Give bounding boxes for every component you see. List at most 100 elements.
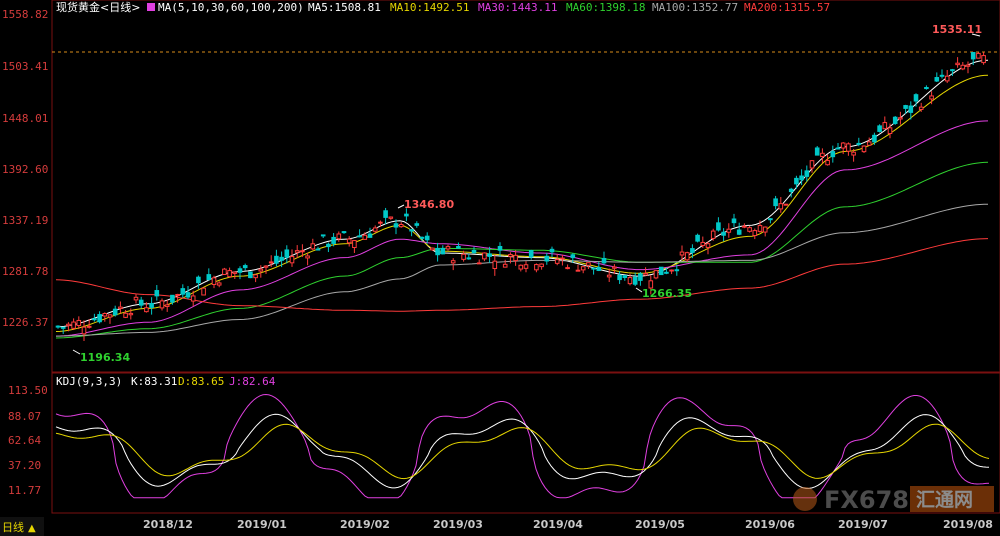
candle-body [695, 234, 700, 242]
date-tick-8: 2019/08 [943, 518, 993, 531]
candle-body [388, 216, 394, 219]
candle-body [71, 321, 76, 329]
candle-body [55, 325, 61, 328]
price-axis: 1558.82 1503.41 1448.01 1392.60 1337.19 … [2, 8, 48, 329]
candle-body [575, 269, 581, 272]
candle-body [112, 308, 118, 316]
candle-body [336, 233, 342, 240]
candle-body [294, 250, 300, 253]
kdj-line-k [55, 413, 990, 489]
candle-body [710, 230, 716, 239]
candle-body [731, 218, 737, 224]
candle-body [726, 228, 732, 233]
candlesticks [55, 52, 986, 341]
start-low-annotation: 1196.34 [80, 351, 130, 364]
candle-body [747, 227, 752, 232]
kdj-header: KDJ(9,3,3) K:83.31 D:83.65 J:82.64 [56, 375, 276, 388]
kdj-line-j [55, 393, 990, 499]
candle-body [835, 147, 841, 150]
candle-body [92, 318, 97, 321]
candle-body [492, 260, 498, 270]
candle-body [840, 142, 846, 149]
candle-body [939, 74, 945, 77]
candle-body [528, 250, 534, 258]
candle-body [211, 277, 217, 285]
candle-body [450, 260, 456, 264]
price-tick-3: 1392.60 [2, 163, 48, 176]
candle-body [435, 247, 440, 256]
ma-params-label: MA(5,10,30,60,100,200) [158, 1, 304, 14]
candle-body [378, 221, 383, 224]
candle-body [310, 243, 316, 250]
candle-body [534, 264, 539, 271]
period-arrow-icon[interactable]: ▲ [28, 523, 36, 534]
price-tick-4: 1337.19 [2, 214, 48, 227]
candle-body [502, 263, 508, 268]
date-tick-7: 2019/07 [838, 518, 888, 531]
candle-body [383, 210, 388, 218]
candle-body [476, 262, 482, 265]
price-tick-0: 1558.82 [2, 8, 48, 21]
candle-body [679, 251, 685, 256]
candle-body [487, 253, 492, 257]
candle-body [76, 319, 82, 327]
candle-body [716, 222, 721, 231]
candle-body [913, 94, 919, 102]
watermark-cn: 汇通网 [916, 489, 973, 511]
candle-body [684, 252, 690, 261]
candle-body [419, 236, 425, 239]
kdj-tick-2: 62.64 [8, 434, 41, 447]
candle-body [638, 273, 643, 281]
date-tick-0: 2018/12 [143, 518, 193, 531]
candle-body [960, 64, 966, 70]
kdj-d-value: D:83.65 [178, 375, 224, 388]
price-tick-6: 1226.37 [2, 316, 48, 329]
candle-body [466, 257, 472, 260]
period-selector[interactable]: 日线 ▲ [0, 517, 44, 536]
candle-body [346, 238, 352, 244]
candle-body [804, 170, 810, 177]
candle-body [237, 268, 243, 273]
candle-body [882, 122, 888, 130]
candle-body [924, 87, 929, 90]
candle-body [903, 105, 908, 109]
candle-body [794, 177, 799, 185]
candle-body [424, 235, 430, 241]
candle-body [471, 249, 477, 254]
candle-body [190, 295, 196, 302]
candle-body [664, 271, 669, 274]
kdj-tick-3: 37.20 [8, 459, 41, 472]
period-label[interactable]: 日线 [2, 520, 24, 534]
candle-body [908, 105, 914, 113]
gold-daily-chart[interactable]: 1558.82 1503.41 1448.01 1392.60 1337.19 … [0, 0, 1000, 536]
price-tick-5: 1281.78 [2, 265, 48, 278]
candle-body [549, 248, 555, 253]
may-low-annotation: 1266.35 [642, 287, 692, 300]
chart-title: 现货黄金<日线> [56, 0, 140, 14]
candle-body [788, 188, 794, 193]
kdj-axis: 113.50 88.07 62.64 37.20 11.77 [8, 384, 48, 497]
candle-body [242, 265, 248, 269]
watermark-brand: FX678 [824, 486, 909, 514]
candle-body [799, 175, 804, 181]
ma-line-ma200 [55, 238, 989, 312]
candle-body [258, 268, 264, 272]
candle-body [965, 64, 971, 67]
candle-body [918, 106, 924, 110]
date-tick-4: 2019/04 [533, 518, 583, 531]
candle-body [216, 282, 222, 286]
candle-body [944, 75, 950, 82]
kdj-label: KDJ(9,3,3) [56, 375, 122, 388]
candle-body [222, 268, 227, 275]
candle-body [118, 306, 123, 310]
candle-body [97, 314, 102, 323]
candle-body [778, 203, 784, 210]
candle-body [586, 262, 591, 266]
candle-body [736, 229, 742, 235]
start-low-pointer [72, 349, 81, 355]
ma30-value: MA30:1443.11 [478, 1, 557, 14]
candle-body [284, 249, 290, 258]
kdj-lines [55, 393, 990, 499]
ma-line-ma10 [55, 74, 989, 332]
candle-body [414, 223, 420, 226]
